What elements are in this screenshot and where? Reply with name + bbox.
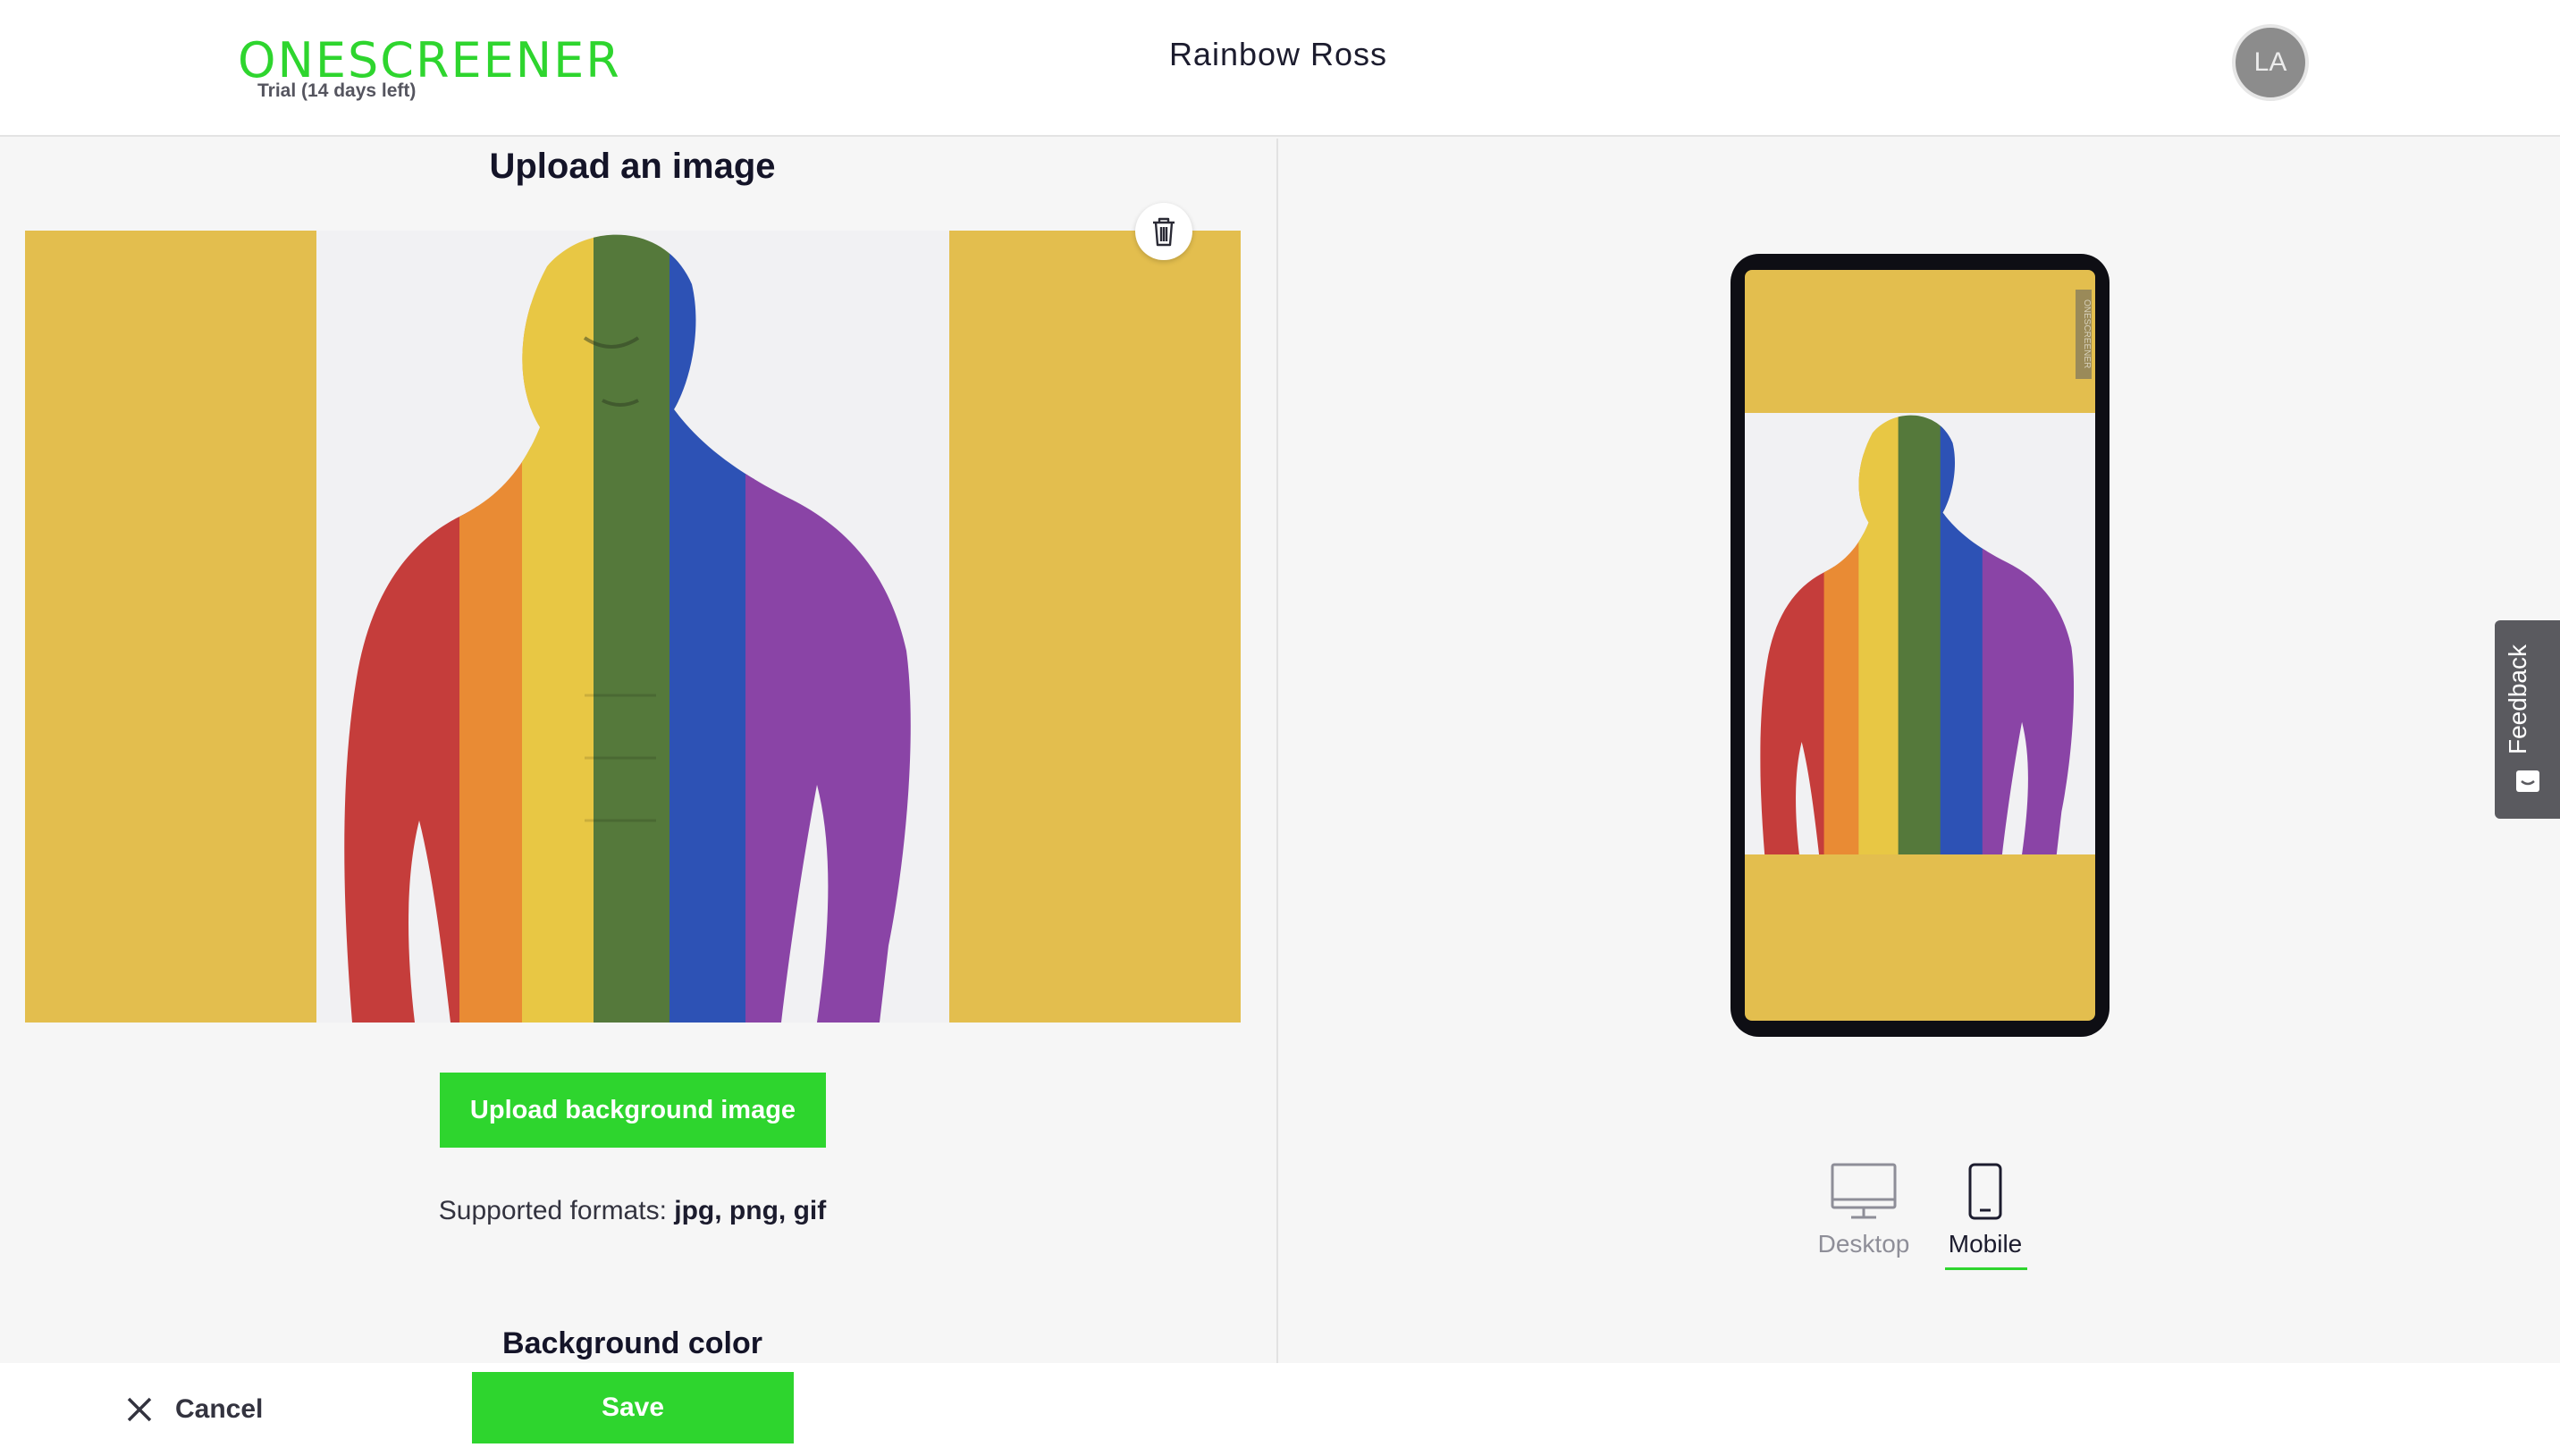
watermark-tag: ONESCREENER [2076, 290, 2092, 379]
background-color-heading: Background color [502, 1326, 762, 1360]
cancel-button[interactable]: Cancel [125, 1390, 263, 1429]
mobile-phone-icon [1968, 1163, 2002, 1220]
mobile-preview-screen: ONESCREENER [1745, 270, 2095, 1021]
mobile-selected-indicator [1945, 1267, 2027, 1270]
trash-icon [1153, 217, 1175, 247]
rainbow-body-thumbnail [1745, 413, 2095, 854]
close-icon [127, 1397, 152, 1422]
supported-formats-list: jpg, png, gif [674, 1196, 827, 1225]
top-header: ONESCREENER Trial (14 days left) Rainbow… [0, 0, 2560, 137]
desktop-preview-toggle[interactable]: Desktop [1810, 1162, 1917, 1269]
feedback-label: Feedback [2504, 644, 2531, 755]
supported-formats: Supported formats: jpg, png, gif [0, 1196, 1265, 1226]
background-image-preview [25, 231, 1241, 1023]
desktop-label: Desktop [1817, 1230, 1910, 1258]
upload-image-heading: Upload an image [489, 147, 776, 186]
mobile-label: Mobile [1948, 1230, 2023, 1258]
mobile-preview-toggle[interactable]: Mobile [1932, 1162, 2039, 1269]
upload-background-image-button[interactable]: Upload background image [440, 1073, 826, 1148]
rainbow-body-image [316, 231, 949, 1023]
save-button[interactable]: Save [472, 1372, 794, 1443]
trial-label: Trial (14 days left) [257, 80, 417, 101]
project-title: Rainbow Ross [1168, 36, 1388, 72]
mobile-preview-frame: ONESCREENER [1731, 254, 2109, 1037]
uploaded-photo [316, 231, 949, 1023]
supported-formats-prefix: Supported formats: [438, 1196, 667, 1225]
desktop-icon [1831, 1163, 1897, 1219]
mobile-preview-photo [1745, 413, 2095, 854]
user-avatar[interactable]: LA [2232, 24, 2309, 101]
bottom-action-bar: Cancel Save [0, 1363, 2560, 1456]
delete-image-button[interactable] [1135, 203, 1192, 260]
cancel-label: Cancel [175, 1394, 264, 1424]
panel-divider [1276, 139, 1278, 1363]
feedback-tab[interactable]: Feedback [2495, 620, 2560, 819]
feedback-chat-icon [2516, 770, 2539, 792]
